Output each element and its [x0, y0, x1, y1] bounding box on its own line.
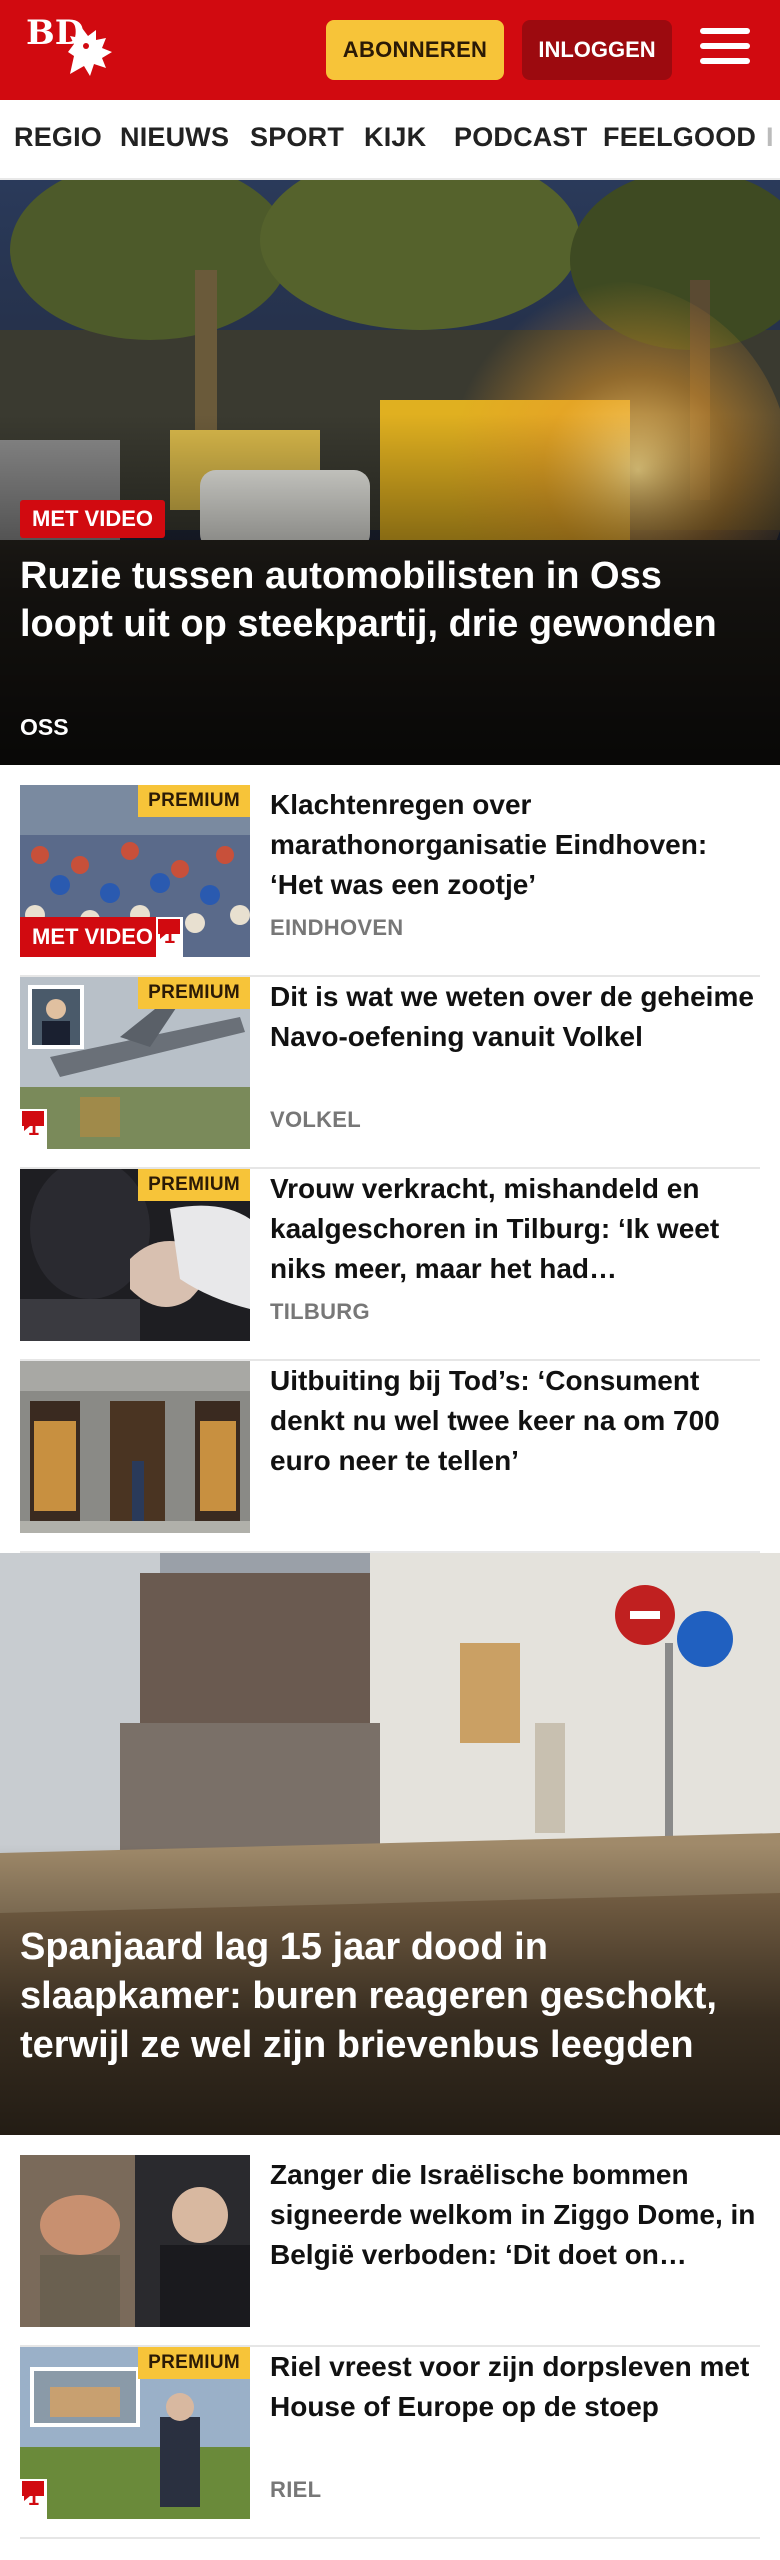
article-title[interactable]: Dit is wat we weten over de geheime Navo…: [270, 977, 760, 1057]
hero-gradient: [0, 180, 780, 765]
nav-item-nieuws[interactable]: NIEUWS: [120, 122, 229, 153]
article-title[interactable]: Uitbuiting bij Tod’s: ‘Consument denkt n…: [270, 1361, 760, 1481]
list-item[interactable]: PREMIUM Vrouw verkracht, mishandeld en k…: [20, 1169, 760, 1361]
list-item[interactable]: Uitbuiting bij Tod’s: ‘Consument denkt n…: [20, 1361, 760, 1553]
hero-title[interactable]: Ruzie tussen automobilisten in Oss loopt…: [20, 552, 740, 648]
comment-count[interactable]: 1: [156, 917, 184, 957]
article-title[interactable]: Vrouw verkracht, mishandeld en kaalgesch…: [270, 1169, 760, 1289]
comment-icon: [22, 2481, 44, 2501]
video-badge: MET VIDEO: [20, 917, 166, 957]
hamburger-menu-icon[interactable]: [700, 28, 750, 72]
nav-item-podcast[interactable]: PODCAST: [454, 122, 587, 153]
article-location: VOLKEL: [270, 1107, 362, 1132]
comment-count[interactable]: 1: [20, 1109, 48, 1149]
article-thumbnail: PREMIUM 1: [20, 977, 250, 1149]
list-item[interactable]: Zanger die Israëlische bommen signeerde …: [20, 2155, 760, 2347]
comment-icon: [158, 919, 180, 939]
article-location: EINDHOVEN: [270, 915, 404, 940]
article-location: TILBURG: [270, 1299, 370, 1324]
lion-logo-icon: [68, 28, 112, 76]
article-location: RIEL: [270, 2477, 322, 2502]
video-badge: MET VIDEO: [20, 500, 166, 538]
nav-item-kijk[interactable]: KIJK: [364, 122, 426, 153]
article-thumbnail: PREMIUM 1: [20, 2347, 250, 2519]
top-bar: BD ABONNEREN INLOGGEN: [0, 0, 780, 100]
bd-logo[interactable]: BD: [26, 16, 116, 86]
article-title[interactable]: Zanger die Israëlische bommen signeerde …: [270, 2155, 760, 2275]
article-title[interactable]: Klachtenregen over marathonorganisatie E…: [270, 785, 760, 905]
list-item[interactable]: PREMIUM 1 Riel vreest voor zijn dorpslev…: [20, 2347, 760, 2539]
nav-item-feelgood[interactable]: FEELGOOD: [603, 122, 756, 153]
premium-badge: PREMIUM: [138, 2347, 250, 2379]
login-button[interactable]: INLOGGEN: [522, 20, 672, 80]
subscribe-button[interactable]: ABONNEREN: [326, 20, 504, 80]
list-item[interactable]: PREMIUM MET VIDEO 1 Klachtenregen over m…: [20, 785, 760, 977]
premium-badge: PREMIUM: [138, 785, 250, 817]
section-nav: REGIO NIEUWS SPORT KIJK PODCAST FEELGOOD…: [0, 100, 780, 180]
nav-item-sport[interactable]: SPORT: [250, 122, 344, 153]
premium-badge: PREMIUM: [138, 977, 250, 1009]
comment-count[interactable]: 1: [20, 2479, 48, 2519]
premium-badge: PREMIUM: [138, 1169, 250, 1201]
nav-item-regio[interactable]: REGIO: [14, 122, 102, 153]
feature-title[interactable]: Spanjaard lag 15 jaar dood in slaapkamer…: [20, 1923, 760, 2070]
article-thumbnail: [20, 1361, 250, 1533]
hero-article[interactable]: MET VIDEO Ruzie tussen automobilisten in…: [0, 180, 780, 765]
article-thumbnail: PREMIUM: [20, 1169, 250, 1341]
hero-location: OSS: [20, 714, 69, 740]
feature-article[interactable]: Spanjaard lag 15 jaar dood in slaapkamer…: [0, 1553, 780, 2135]
list-item[interactable]: PREMIUM 1 Dit is wat we weten over de ge…: [20, 977, 760, 1169]
article-title[interactable]: Riel vreest voor zijn dorpsleven met Hou…: [270, 2347, 760, 2427]
article-thumbnail: [20, 2155, 250, 2327]
comment-icon: [22, 1111, 44, 1131]
article-thumbnail: PREMIUM MET VIDEO 1: [20, 785, 250, 957]
nav-item-more[interactable]: I: [766, 122, 774, 153]
